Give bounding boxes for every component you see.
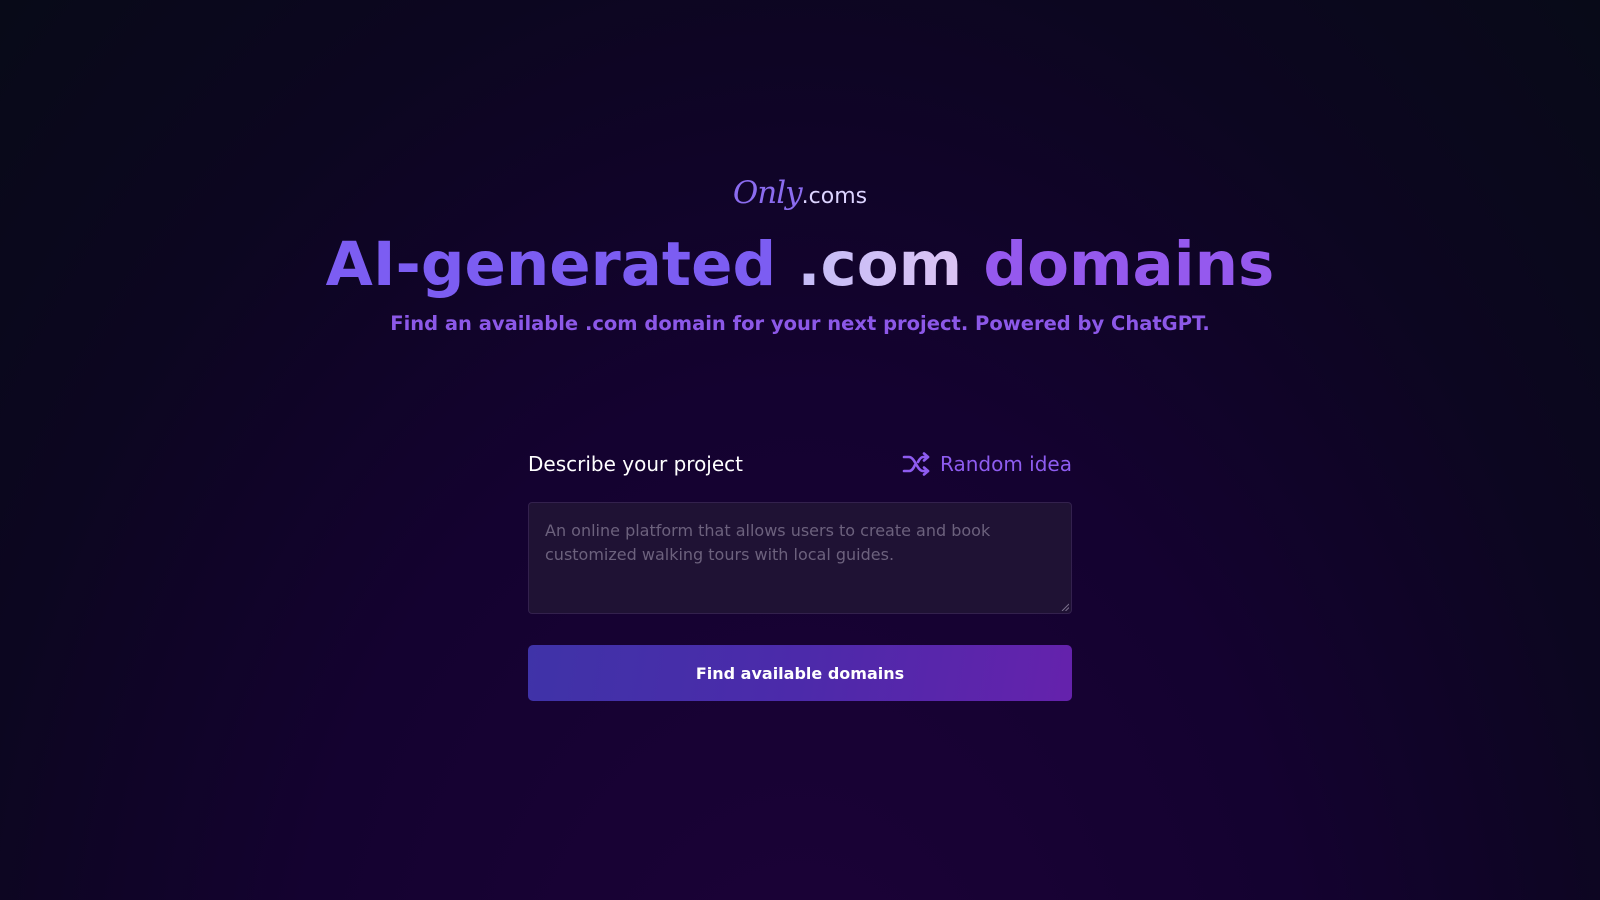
page-subtitle: Find an available .com domain for your n… bbox=[390, 312, 1210, 335]
logo-only: Only bbox=[732, 175, 803, 211]
random-idea-button[interactable]: Random idea bbox=[902, 452, 1072, 476]
project-description-input[interactable] bbox=[529, 503, 1071, 613]
project-description-label: Describe your project bbox=[528, 452, 743, 476]
headline-com: .com bbox=[797, 229, 963, 300]
random-idea-label: Random idea bbox=[940, 452, 1072, 476]
headline-domains: domains bbox=[962, 229, 1275, 300]
project-form: Describe your project Random idea Find a… bbox=[528, 448, 1072, 701]
find-domains-button[interactable]: Find available domains bbox=[528, 645, 1072, 701]
logo: Only.coms bbox=[0, 178, 1600, 209]
resize-grip-icon[interactable] bbox=[1061, 603, 1069, 611]
project-description-field bbox=[528, 502, 1072, 614]
form-header: Describe your project Random idea bbox=[528, 448, 1072, 480]
page-title: AI-generated .com domains bbox=[0, 228, 1600, 301]
logo-coms: .coms bbox=[801, 184, 868, 209]
headline-ai-generated: AI-generated bbox=[325, 229, 798, 300]
shuffle-icon bbox=[902, 452, 930, 476]
